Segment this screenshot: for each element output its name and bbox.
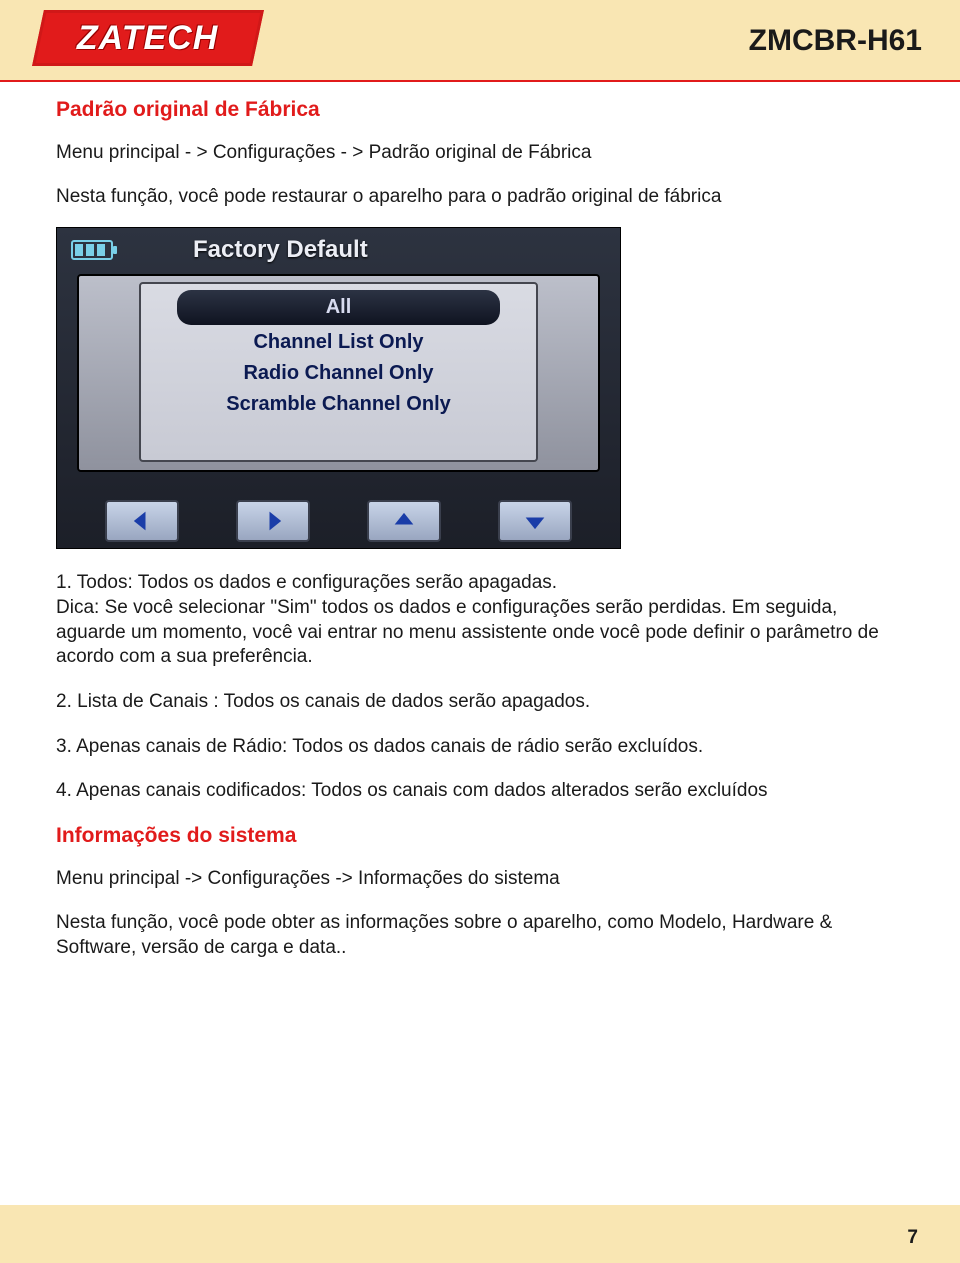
nav-up-button[interactable] (367, 500, 441, 542)
device-header: Factory Default (57, 228, 620, 270)
brand-name: ZATECH (77, 19, 218, 58)
device-screen-title: Factory Default (193, 236, 368, 264)
battery-icon (71, 240, 113, 260)
model-code: ZMCBR-H61 (749, 24, 922, 58)
intro-factory: Nesta função, você pode restaurar o apar… (56, 184, 904, 210)
device-option[interactable]: Scramble Channel Only (141, 389, 536, 420)
device-option-selected[interactable]: All (177, 290, 501, 325)
page-header: ZATECH ZMCBR-H61 (0, 0, 960, 80)
breadcrumb-factory: Menu principal - > Configurações - > Pad… (56, 140, 904, 166)
section-title-sysinfo: Informações do sistema (56, 824, 904, 848)
nav-down-button[interactable] (498, 500, 572, 542)
device-option[interactable]: Radio Channel Only (141, 358, 536, 389)
footer-band: 7 (0, 1205, 960, 1263)
header-rule (0, 80, 960, 82)
list-item-2: 2. Lista de Canais : Todos os canais de … (56, 690, 904, 715)
page-content: Padrão original de Fábrica Menu principa… (0, 98, 960, 961)
device-navbar (57, 500, 620, 542)
device-option[interactable]: Channel List Only (141, 327, 536, 358)
list-item-3: 3. Apenas canais de Rádio: Todos os dado… (56, 735, 904, 760)
device-panel: All Channel List Only Radio Channel Only… (77, 274, 600, 472)
arrow-up-icon (390, 507, 418, 535)
list-item-1: 1. Todos: Todos os dados e configurações… (56, 571, 904, 670)
nav-left-button[interactable] (105, 500, 179, 542)
arrow-right-icon (259, 507, 287, 535)
arrow-down-icon (521, 507, 549, 535)
device-panel-inner: All Channel List Only Radio Channel Only… (139, 282, 538, 462)
device-screenshot: Factory Default All Channel List Only Ra… (56, 227, 621, 549)
intro-sysinfo: Nesta função, você pode obter as informa… (56, 910, 904, 961)
section-title-factory: Padrão original de Fábrica (56, 98, 904, 122)
page-number: 7 (907, 1227, 918, 1249)
nav-right-button[interactable] (236, 500, 310, 542)
list-item-4: 4. Apenas canais codificados: Todos os c… (56, 779, 904, 804)
breadcrumb-sysinfo: Menu principal -> Configurações -> Infor… (56, 866, 904, 892)
arrow-left-icon (128, 507, 156, 535)
brand-logo: ZATECH (32, 10, 264, 66)
